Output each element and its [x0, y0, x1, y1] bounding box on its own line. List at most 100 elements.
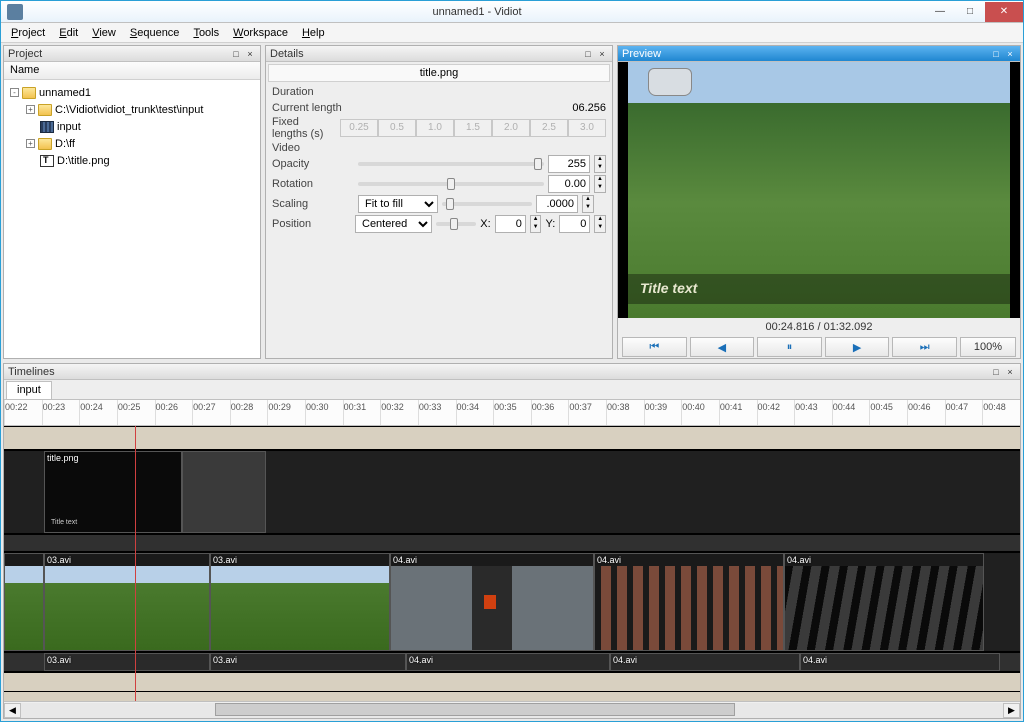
- project-panel: Project □ × Name -unnamed1+C:\Vidiot\vid…: [3, 45, 261, 359]
- details-panel-header[interactable]: Details □ ×: [266, 46, 612, 62]
- ruler-tick: 00:30: [305, 400, 343, 425]
- video-clip[interactable]: 04.avi: [594, 553, 784, 651]
- rotation-slider[interactable]: [358, 182, 544, 186]
- project-panel-header[interactable]: Project □ ×: [4, 46, 260, 62]
- panel-close-icon[interactable]: ×: [1004, 48, 1016, 60]
- menu-view[interactable]: View: [86, 25, 122, 41]
- audio-clip[interactable]: 04.avi: [610, 653, 800, 671]
- scaling-mode-select[interactable]: Fit to fill: [358, 195, 438, 213]
- close-button[interactable]: ✕: [985, 2, 1023, 22]
- panel-max-icon[interactable]: □: [990, 48, 1002, 60]
- tree-expand-icon[interactable]: +: [26, 105, 35, 114]
- playhead[interactable]: [135, 426, 136, 701]
- video-clip[interactable]: 03.avi: [210, 553, 390, 651]
- panel-max-icon[interactable]: □: [230, 48, 242, 60]
- opacity-slider[interactable]: [358, 162, 544, 166]
- rotation-spinner[interactable]: ▲▼: [594, 175, 606, 193]
- fixed-length-button[interactable]: 2.5: [530, 119, 568, 137]
- tree-item[interactable]: + D:\ff: [8, 135, 256, 152]
- menu-edit[interactable]: Edit: [53, 25, 84, 41]
- menu-project[interactable]: Project: [5, 25, 51, 41]
- scaling-spinner[interactable]: ▲▼: [582, 195, 594, 213]
- ruler-tick: 00:26: [155, 400, 193, 425]
- scroll-thumb[interactable]: [215, 703, 735, 716]
- fixed-length-button[interactable]: 2.0: [492, 119, 530, 137]
- window-titlebar: unnamed1 - Vidiot — □ ✕: [1, 1, 1023, 23]
- fixed-length-button[interactable]: 0.25: [340, 119, 378, 137]
- panel-close-icon[interactable]: ×: [244, 48, 256, 60]
- audio-clip[interactable]: 04.avi: [406, 653, 610, 671]
- preview-zoom-display[interactable]: 100%: [960, 337, 1016, 357]
- details-panel-title: Details: [270, 48, 304, 60]
- rotation-field[interactable]: 0.00: [548, 175, 590, 193]
- menu-sequence[interactable]: Sequence: [124, 25, 186, 41]
- video-clip[interactable]: 03.avi: [44, 553, 210, 651]
- video-clip[interactable]: [4, 553, 44, 651]
- timeline-body[interactable]: title.png Title text 03.avi03.avi04.avi0…: [4, 426, 1020, 701]
- audio-clip[interactable]: 03.avi: [210, 653, 406, 671]
- menu-workspace[interactable]: Workspace: [227, 25, 294, 41]
- tree-expand-icon[interactable]: -: [10, 88, 19, 97]
- goto-end-button[interactable]: ⏭: [892, 337, 957, 357]
- next-frame-button[interactable]: ▶: [825, 337, 890, 357]
- panel-max-icon[interactable]: □: [582, 48, 594, 60]
- fixed-length-button[interactable]: 1.5: [454, 119, 492, 137]
- position-slider[interactable]: [436, 222, 476, 226]
- tree-item[interactable]: input: [8, 118, 256, 135]
- timeline-tab-input[interactable]: input: [6, 381, 52, 399]
- position-mode-select[interactable]: Centered: [355, 215, 432, 233]
- menu-help[interactable]: Help: [296, 25, 331, 41]
- panel-close-icon[interactable]: ×: [1004, 366, 1016, 378]
- y-spinner[interactable]: ▲▼: [594, 215, 606, 233]
- project-tree[interactable]: -unnamed1+C:\Vidiot\vidiot_trunk\test\in…: [4, 80, 260, 358]
- scaling-field[interactable]: .0000: [536, 195, 578, 213]
- video-track[interactable]: 03.avi03.avi04.avi04.avi04.avi: [4, 552, 1020, 652]
- play-pause-button[interactable]: ⏸: [757, 337, 822, 357]
- opacity-spinner[interactable]: ▲▼: [594, 155, 606, 173]
- goto-start-button[interactable]: ⏮: [622, 337, 687, 357]
- video-clip[interactable]: 04.avi: [390, 553, 594, 651]
- project-column-header[interactable]: Name: [4, 62, 260, 80]
- clip-thumbnail: [211, 566, 389, 650]
- title-track[interactable]: title.png Title text: [4, 450, 1020, 534]
- preview-title-overlay: Title text: [628, 274, 1010, 304]
- tree-item[interactable]: D:\title.png: [8, 152, 256, 169]
- clip-label: 04.avi: [393, 555, 417, 565]
- transition-clip[interactable]: [182, 451, 266, 533]
- audio-track[interactable]: 03.avi03.avi04.avi04.avi04.avi: [4, 652, 1020, 672]
- minimize-button[interactable]: —: [925, 2, 955, 22]
- tree-item[interactable]: +C:\Vidiot\vidiot_trunk\test\input: [8, 101, 256, 118]
- fixed-length-button[interactable]: 1.0: [416, 119, 454, 137]
- ruler-tick: 00:23: [42, 400, 80, 425]
- scroll-left-button[interactable]: ◀: [4, 703, 21, 718]
- x-field[interactable]: 0: [495, 215, 526, 233]
- panel-close-icon[interactable]: ×: [596, 48, 608, 60]
- clip-label: 03.avi: [47, 555, 71, 565]
- menu-tools[interactable]: Tools: [187, 25, 225, 41]
- timelines-panel-header[interactable]: Timelines □ ×: [4, 364, 1020, 380]
- spacer-track[interactable]: [4, 534, 1020, 552]
- audio-clip[interactable]: 04.avi: [800, 653, 1000, 671]
- tree-expand-icon[interactable]: +: [26, 139, 35, 148]
- ruler-tick: 00:41: [719, 400, 757, 425]
- audio-clip[interactable]: 03.avi: [44, 653, 210, 671]
- tree-item-label: D:\ff: [55, 138, 75, 150]
- panel-max-icon[interactable]: □: [990, 366, 1002, 378]
- preview-video-frame[interactable]: Title text: [628, 62, 1010, 318]
- tree-item[interactable]: -unnamed1: [8, 84, 256, 101]
- y-field[interactable]: 0: [559, 215, 590, 233]
- maximize-button[interactable]: □: [955, 2, 985, 22]
- scroll-right-button[interactable]: ▶: [1003, 703, 1020, 718]
- x-spinner[interactable]: ▲▼: [530, 215, 542, 233]
- fixed-length-button[interactable]: 3.0: [568, 119, 606, 137]
- video-clip[interactable]: 04.avi: [784, 553, 984, 651]
- preview-panel: Preview □ × Title text 00:24.816 / 01:32…: [617, 45, 1021, 359]
- opacity-field[interactable]: 255: [548, 155, 590, 173]
- scaling-slider[interactable]: [442, 202, 532, 206]
- preview-panel-header[interactable]: Preview □ ×: [618, 46, 1020, 62]
- timeline-ruler[interactable]: 00:2200:2300:2400:2500:2600:2700:2800:29…: [4, 400, 1020, 426]
- timeline-scrollbar[interactable]: ◀ ▶: [4, 701, 1020, 718]
- title-clip[interactable]: title.png Title text: [44, 451, 182, 533]
- prev-frame-button[interactable]: ◀: [690, 337, 755, 357]
- fixed-length-button[interactable]: 0.5: [378, 119, 416, 137]
